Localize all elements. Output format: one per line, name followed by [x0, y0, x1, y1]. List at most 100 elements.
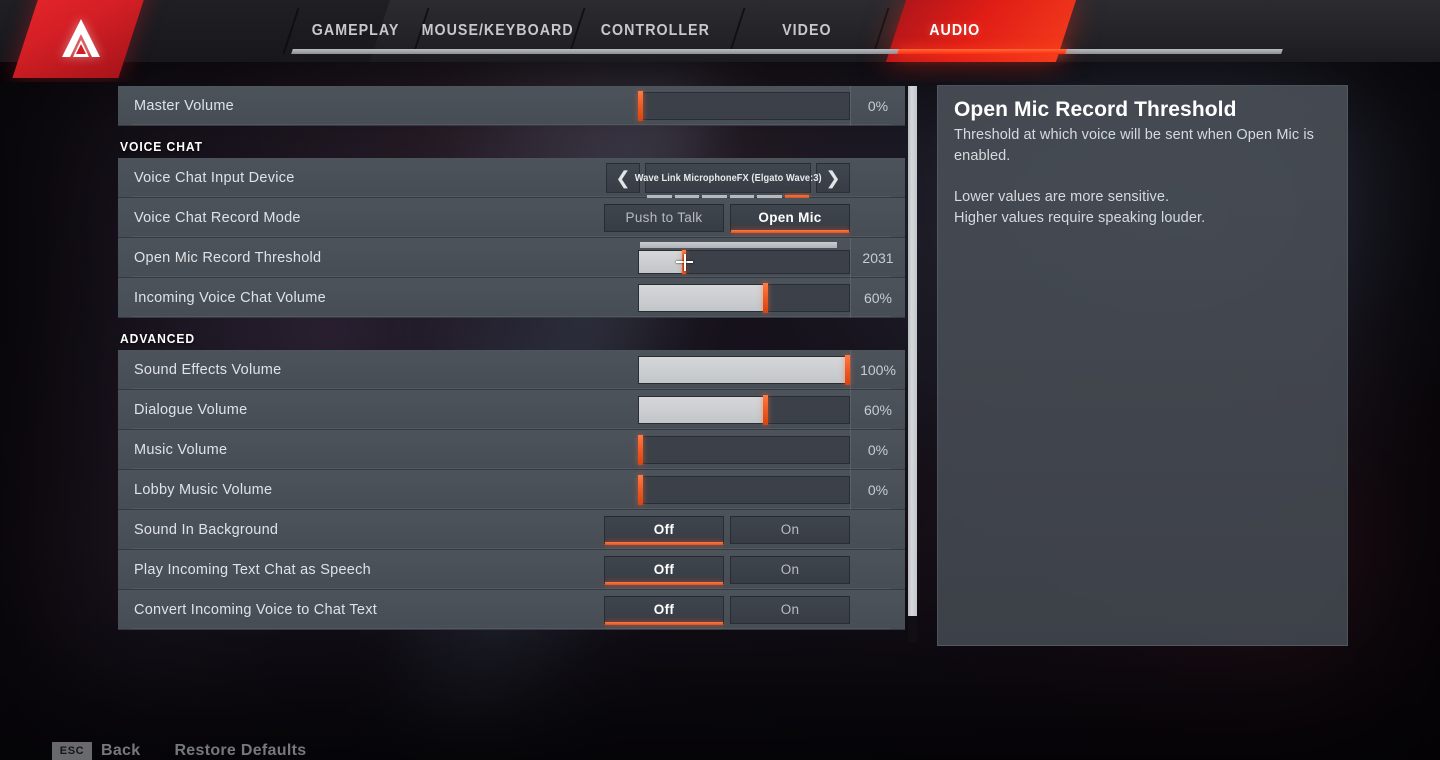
master-volume-slider[interactable] [638, 86, 850, 126]
option-sound-in-background-on[interactable]: On [730, 515, 850, 544]
slider-fill [639, 284, 766, 311]
option-push-to-talk[interactable]: Push to Talk [604, 203, 724, 232]
setting-row-sound-in-background[interactable]: Sound In Background Off On [118, 510, 905, 550]
open-mic-record-threshold-value: 2031 [850, 237, 905, 278]
option-off-label: Off [653, 522, 675, 537]
option-on-label: On [780, 602, 800, 617]
back-button[interactable]: ESC Back [52, 742, 140, 760]
setting-row-voice-chat-record-mode[interactable]: Voice Chat Record Mode Push to Talk Open… [118, 198, 905, 238]
voice-chat-record-mode-options: Push to Talk Open Mic [604, 203, 850, 233]
dialogue-volume-value: 60% [850, 389, 905, 430]
slider-handle[interactable] [763, 282, 768, 313]
device-name-box: Wave Link MicrophoneFX (Elgato Wave:3) [635, 162, 821, 199]
voice-chat-record-mode-label: Voice Chat Record Mode [134, 209, 301, 226]
master-volume-value: 0% [850, 85, 905, 126]
slider-track [638, 435, 850, 464]
mic-input-meter [640, 241, 837, 248]
setting-row-lobby-music-volume[interactable]: Lobby Music Volume 0% [118, 469, 905, 510]
settings-scrollbar-track[interactable] [908, 86, 917, 642]
apex-legends-logo [12, 0, 150, 78]
lobby-music-volume-value: 0% [850, 469, 905, 510]
section-header-advanced-label: ADVANCED [120, 331, 196, 346]
restore-defaults-label: Restore Defaults [174, 742, 307, 759]
slider-handle[interactable] [638, 474, 643, 505]
open-mic-threshold-slider[interactable] [638, 238, 850, 278]
info-panel-title: Open Mic Record Threshold [954, 98, 1237, 121]
option-open-mic-label: Open Mic [758, 210, 822, 225]
play-incoming-text-chat-as-speech-label: Play Incoming Text Chat as Speech [134, 561, 371, 578]
section-header-voice-chat-label: VOICE CHAT [120, 139, 203, 154]
settings-scrollbar-thumb[interactable] [908, 86, 917, 616]
play-incoming-text-chat-as-speech-options: Off On [604, 555, 850, 585]
option-on-label: On [780, 522, 800, 537]
info-panel-paragraph-1: Threshold at which voice will be sent wh… [954, 127, 1315, 164]
convert-incoming-voice-to-chat-text-options: Off On [604, 595, 850, 625]
tab-mouse-keyboard-label: MOUSE/KEYBOARD [421, 22, 575, 39]
setting-row-dialogue-volume[interactable]: Dialogue Volume 60% [118, 389, 905, 430]
slider-handle[interactable] [638, 90, 643, 121]
option-on-label: On [780, 562, 800, 577]
slider-handle[interactable] [638, 434, 643, 465]
back-button-label: Back [101, 742, 141, 759]
voice-chat-input-device-label: Voice Chat Input Device [134, 169, 295, 186]
setting-row-play-incoming-text-chat-as-speech[interactable]: Play Incoming Text Chat as Speech Off On [118, 550, 905, 590]
sound-in-background-label: Sound In Background [134, 521, 279, 538]
setting-row-master-volume[interactable]: Master Volume 0% [118, 85, 905, 126]
incoming-voice-chat-volume-value: 60% [850, 277, 905, 318]
music-volume-slider[interactable] [638, 430, 850, 470]
info-panel-spacer [954, 166, 1331, 187]
incoming-voice-chat-volume-label: Incoming Voice Chat Volume [134, 289, 326, 306]
voice-chat-input-device-value: Wave Link MicrophoneFX (Elgato Wave:3) [634, 171, 822, 184]
slider-handle[interactable] [845, 354, 850, 385]
option-convert-voice-chat-off[interactable]: Off [604, 595, 724, 625]
settings-list: Master Volume 0% VOICE CHAT Voice Chat I… [118, 85, 905, 642]
footer-bar: ESC Back Restore Defaults [0, 730, 1440, 760]
dialogue-volume-slider[interactable] [638, 390, 850, 430]
sound-effects-volume-slider[interactable] [638, 350, 850, 390]
lobby-music-volume-slider[interactable] [638, 470, 850, 510]
convert-incoming-voice-to-chat-text-label: Convert Incoming Voice to Chat Text [134, 601, 378, 618]
info-panel-paragraph-2: Lower values are more sensitive. [954, 189, 1170, 206]
setting-row-voice-chat-input-device[interactable]: Voice Chat Input Device ❮ Wave Link Micr… [118, 158, 905, 199]
restore-defaults-button[interactable]: Restore Defaults [174, 742, 306, 760]
tab-audio-label: AUDIO [929, 22, 981, 39]
voice-chat-input-device-selector[interactable]: ❮ Wave Link MicrophoneFX (Elgato Wave:3) [606, 162, 850, 199]
option-push-to-talk-label: Push to Talk [625, 210, 703, 225]
lobby-music-volume-label: Lobby Music Volume [134, 481, 273, 498]
option-convert-voice-chat-on[interactable]: On [730, 595, 850, 624]
setting-row-sound-effects-volume[interactable]: Sound Effects Volume 100% [118, 349, 905, 390]
master-volume-label: Master Volume [134, 97, 234, 114]
section-header-voice-chat: VOICE CHAT [118, 126, 905, 158]
option-sound-in-background-off[interactable]: Off [604, 515, 724, 545]
setting-row-open-mic-record-threshold[interactable]: Open Mic Record Threshold 2031 [118, 237, 905, 278]
apex-logo-icon [62, 19, 100, 57]
incoming-voice-chat-volume-slider[interactable] [638, 278, 850, 318]
header-bar: GAMEPLAY MOUSE/KEYBOARD CONTROLLER VIDEO… [0, 0, 1440, 82]
tab-gameplay-label: GAMEPLAY [312, 22, 400, 39]
music-volume-label: Music Volume [134, 441, 228, 458]
sound-effects-volume-label: Sound Effects Volume [134, 361, 282, 378]
info-panel: Open Mic Record Threshold Threshold at w… [937, 85, 1348, 646]
sound-in-background-options: Off On [604, 515, 850, 545]
slider-handle[interactable] [763, 394, 768, 425]
setting-row-music-volume[interactable]: Music Volume 0% [118, 429, 905, 470]
sound-effects-volume-value: 100% [850, 349, 905, 390]
setting-row-incoming-voice-chat-volume[interactable]: Incoming Voice Chat Volume 60% [118, 277, 905, 318]
option-play-text-chat-speech-on[interactable]: On [730, 555, 850, 584]
option-open-mic[interactable]: Open Mic [730, 203, 850, 233]
option-play-text-chat-speech-off[interactable]: Off [604, 555, 724, 585]
tab-controller-label: CONTROLLER [600, 22, 710, 39]
slider-handle[interactable] [682, 249, 686, 274]
info-panel-paragraph-3: Higher values require speaking louder. [954, 209, 1206, 226]
setting-row-convert-incoming-voice-to-chat-text[interactable]: Convert Incoming Voice to Chat Text Off … [118, 590, 905, 630]
slider-fill [639, 356, 848, 383]
slider-fill [639, 396, 766, 423]
active-tab-underline [897, 49, 1067, 54]
tab-video-label: VIDEO [782, 22, 832, 39]
slider-track [638, 91, 850, 120]
tab-underline [291, 49, 1283, 54]
section-header-advanced: ADVANCED [118, 318, 905, 350]
apex-settings-screen: GAMEPLAY MOUSE/KEYBOARD CONTROLLER VIDEO… [0, 0, 1440, 760]
esc-key-badge: ESC [52, 742, 92, 760]
option-off-label: Off [653, 602, 675, 617]
